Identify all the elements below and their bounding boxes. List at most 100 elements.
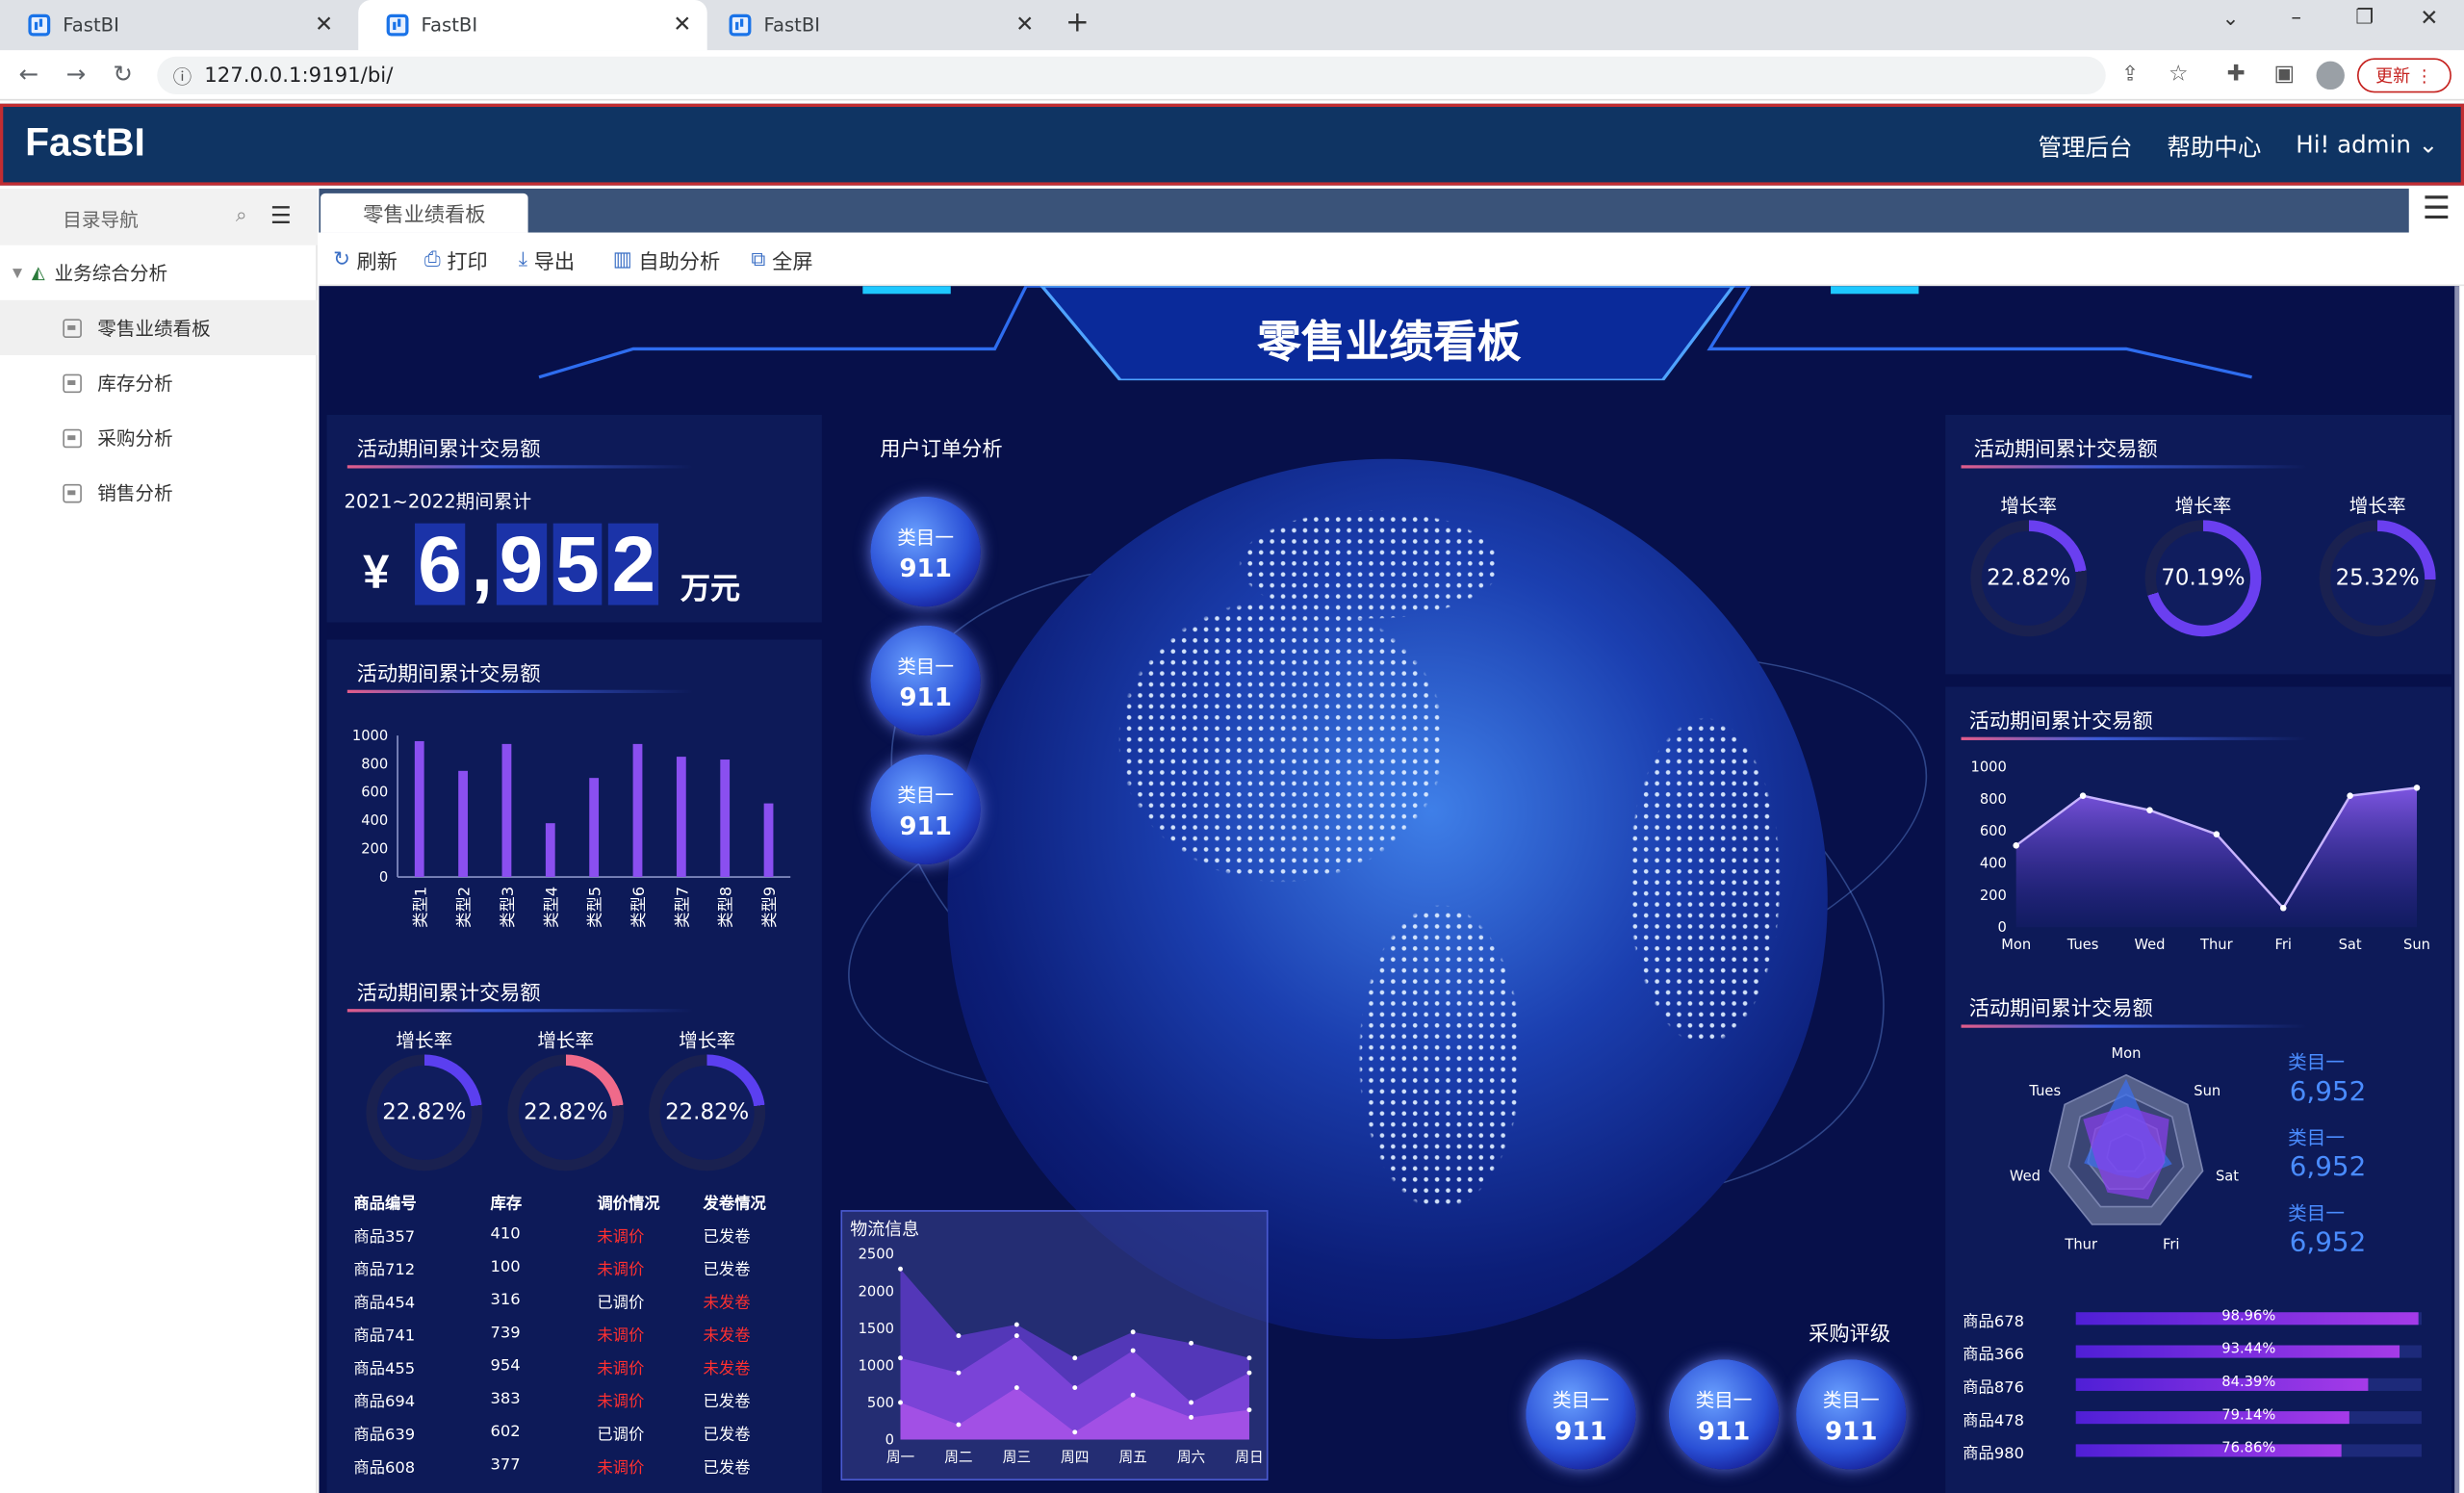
sidebar-group-business[interactable]: ▼ ◭ 业务综合分析 [0, 245, 318, 300]
data-point [2279, 905, 2287, 912]
radar-axis-label: Thur [2064, 1236, 2098, 1252]
kpi-period: 2021~2022期间累计 [344, 490, 532, 513]
table-header: 库存 [490, 1196, 523, 1214]
data-point [2213, 831, 2220, 837]
profile-avatar[interactable] [2316, 61, 2345, 90]
world-dots [947, 458, 1828, 1340]
ring-value: 22.82% [665, 1099, 750, 1125]
ring-label: 增长率 [396, 1029, 453, 1052]
category-bubble: 类目一 911 [1796, 1359, 1907, 1470]
scrollbar[interactable] [2454, 286, 2460, 1493]
area-line-chart: 0 200 400 600 800 1000 Mon Tues Wed Thur Fri Sat Sun [1971, 759, 2430, 953]
fullscreen-button[interactable]: ⧉ 全屏 [751, 245, 812, 275]
data-point [2013, 842, 2019, 849]
y-tick-label: 1000 [1971, 759, 2007, 776]
help-center-link[interactable]: 帮助中心 [2167, 131, 2261, 164]
restore-icon[interactable]: ❐ [2355, 7, 2374, 30]
title-underline [346, 465, 693, 469]
minimize-icon[interactable]: – [2291, 7, 2301, 30]
back-icon[interactable]: ← [19, 60, 39, 88]
x-tick-label: 周四 [1061, 1449, 1089, 1465]
refresh-button[interactable]: ↻ 刷新 [333, 245, 398, 275]
table-cell: 未发卷 [703, 1327, 751, 1346]
search-icon[interactable]: ⌕ [236, 204, 247, 227]
sidebar-item-inventory[interactable]: 库存分析 [0, 355, 318, 410]
radar-side-label: 类目一 [2288, 1051, 2345, 1074]
admin-backend-link[interactable]: 管理后台 [2039, 131, 2133, 164]
extensions-icon[interactable]: ✚ [2226, 62, 2245, 87]
info-icon: ⓘ [172, 65, 192, 89]
rings-right-title: 活动期间累计交易额 [1973, 438, 2158, 462]
close-window-icon[interactable]: ✕ [2420, 7, 2438, 32]
update-button[interactable]: 更新 ⋮ [2356, 58, 2451, 93]
report-icon [63, 427, 82, 448]
bookmark-star-icon[interactable]: ☆ [2169, 62, 2189, 87]
browser-tab-active[interactable]: FastBI ✕ [358, 0, 707, 51]
kpi-digit: 6 [415, 523, 465, 605]
sort-menu-icon[interactable]: ☰ [2408, 188, 2464, 233]
bubble-label: 类目一 [1553, 1389, 1609, 1412]
self-analysis-button[interactable]: ▥ 自助分析 [613, 245, 721, 275]
progress-value: 93.44% [2221, 1342, 2276, 1358]
tab-retail-dashboard[interactable]: 零售业绩看板 [321, 193, 528, 233]
browser-tab[interactable]: FastBI ✕ [701, 0, 1049, 50]
new-tab-icon[interactable]: + [1065, 7, 1090, 39]
progress-row: 商品366 93.44% [1963, 1336, 2434, 1369]
table-row: 商品694 383 未调价 已发卷 [353, 1383, 808, 1416]
x-tick-label: 类型2 [455, 887, 474, 928]
bubble-label: 类目一 [1822, 1389, 1880, 1412]
browser-tab[interactable]: FastBI ✕ [0, 0, 348, 50]
table-row: 商品454 316 已调价 未发卷 [353, 1284, 808, 1317]
bar [720, 759, 731, 878]
bubble-label: 类目一 [1695, 1389, 1753, 1412]
category-bubble: 类目一 911 [870, 625, 981, 736]
kpi-separator: , [471, 520, 494, 608]
y-tick-label: 400 [1980, 856, 2007, 872]
export-button[interactable]: ⤓ 导出 [519, 245, 575, 275]
table-cell: 商品455 [353, 1360, 416, 1378]
close-tab-icon[interactable]: ✕ [1015, 13, 1034, 38]
table-cell: 已调价 [597, 1427, 645, 1445]
tab-search-chevron-icon[interactable]: ⌄ [2222, 8, 2240, 31]
close-tab-icon[interactable]: ✕ [673, 13, 691, 38]
table-header: 商品编号 [353, 1196, 417, 1214]
close-tab-icon[interactable]: ✕ [315, 13, 333, 38]
growth-ring: 22.82% [649, 1054, 766, 1171]
growth-ring: 22.82% [1970, 520, 2088, 637]
forward-icon[interactable]: → [66, 60, 87, 88]
radar-side-value: 6,952 [2289, 1151, 2367, 1184]
earth-globe [947, 458, 1828, 1340]
table-cell: 未调价 [597, 1327, 645, 1346]
bubble-value: 911 [1824, 1416, 1878, 1447]
sidebar-item-purchase[interactable]: 采购分析 [0, 410, 318, 465]
table-cell: 未调价 [597, 1262, 645, 1279]
x-tick-label: 周日 [1235, 1449, 1263, 1465]
user-menu[interactable]: Hi! admin ⌄ [2296, 131, 2438, 159]
print-button[interactable]: ⎙ 打印 [424, 245, 488, 275]
table-cell: 未调价 [597, 1394, 645, 1412]
app-logo: FastBI [25, 120, 145, 166]
bubble-value: 911 [1697, 1416, 1751, 1447]
y-tick-label: 1000 [859, 1357, 894, 1374]
kpi-digit: 9 [496, 523, 547, 605]
data-point [2413, 785, 2421, 791]
fastbi-favicon-icon [28, 13, 51, 37]
side-panel-icon[interactable]: ▣ [2273, 62, 2295, 87]
x-tick-label: 周二 [944, 1449, 972, 1465]
url-input[interactable]: ⓘ 127.0.0.1:9191/bi/ [157, 56, 2106, 94]
sidebar-item-sales[interactable]: 销售分析 [0, 465, 318, 520]
data-point [1130, 1348, 1136, 1353]
chevron-down-icon: ⌄ [2418, 130, 2439, 159]
sidebar-item-retail[interactable]: 零售业绩看板 [0, 299, 318, 355]
share-icon[interactable]: ⇪ [2121, 63, 2139, 86]
table-cell: 已调价 [597, 1295, 645, 1313]
progress-track: 79.14% [2075, 1408, 2422, 1425]
progress-label: 商品678 [1963, 1313, 2025, 1331]
category-bubble: 类目一 911 [1526, 1359, 1636, 1470]
x-tick-label: 周五 [1118, 1449, 1146, 1465]
collapse-menu-icon[interactable]: ☰ [270, 201, 292, 229]
growth-ring: 70.19% [2144, 520, 2262, 637]
x-tick-label: 周三 [1003, 1449, 1031, 1465]
reload-icon[interactable]: ↻ [114, 60, 134, 88]
y-tick-label: 0 [379, 869, 388, 886]
